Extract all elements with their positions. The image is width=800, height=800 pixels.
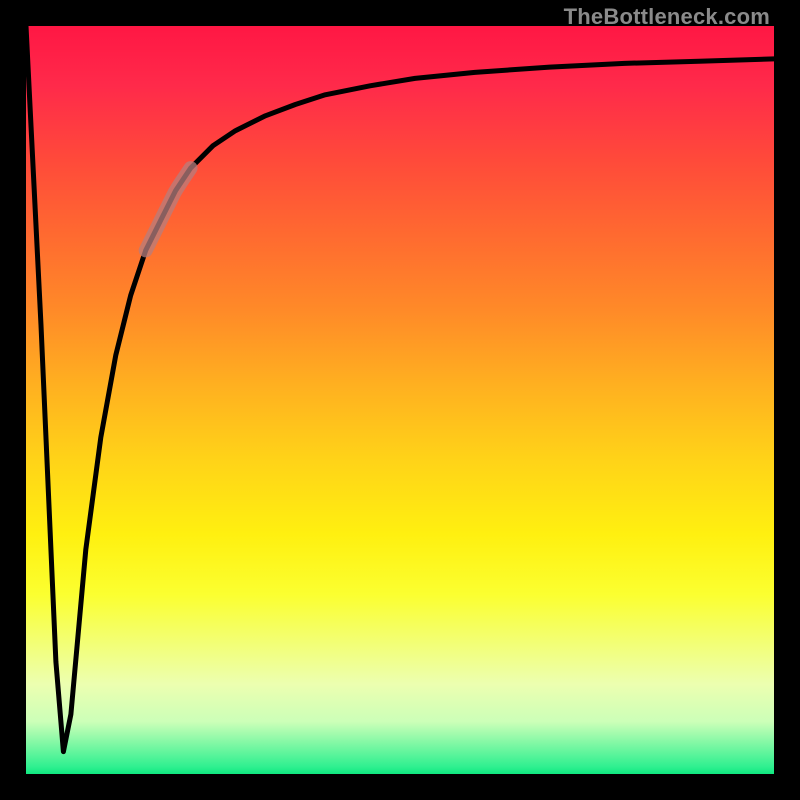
- chart-frame: TheBottleneck.com: [0, 0, 800, 800]
- attribution-text: TheBottleneck.com: [564, 4, 770, 30]
- bottleneck-curve: [26, 26, 774, 752]
- highlight-segment: [146, 168, 191, 250]
- chart-svg: [0, 0, 800, 800]
